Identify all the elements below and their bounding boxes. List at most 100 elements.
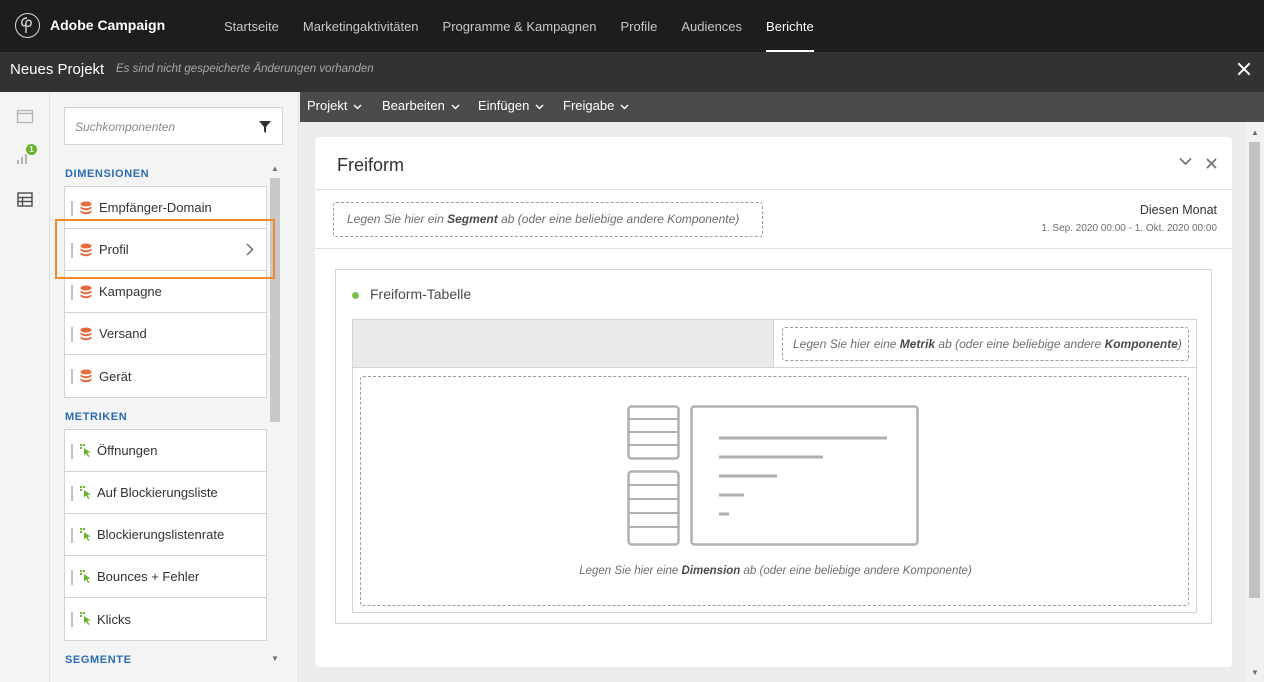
- nav-item-programme-kampagnen[interactable]: Programme & Kampagnen: [431, 0, 609, 52]
- metric-drop-zone[interactable]: Legen Sie hier eine Metrik ab (oder eine…: [782, 327, 1189, 361]
- components-panel: Suchkomponenten DIMENSIONEN Empfänger-Do…: [50, 92, 299, 682]
- metric-icon: [80, 444, 91, 457]
- segment-drop-zone[interactable]: Legen Sie hier ein Segment ab (oder eine…: [333, 202, 763, 237]
- table-illustration-icon: [627, 405, 919, 546]
- components-icon[interactable]: [16, 191, 34, 209]
- collapse-chevron-icon[interactable]: [1179, 157, 1192, 166]
- main-nav: Startseite Marketingaktivitäten Programm…: [212, 0, 826, 52]
- dimension-drop-zone[interactable]: Legen Sie hier eine Dimension ab (oder e…: [360, 376, 1189, 606]
- metric-icon: [80, 570, 91, 583]
- dimension-item-versand[interactable]: Versand: [65, 313, 266, 355]
- menu-einfuegen[interactable]: Einfügen: [478, 98, 544, 113]
- menu-bearbeiten[interactable]: Bearbeiten: [382, 98, 460, 113]
- project-menu-bar: Projekt Bearbeiten Einfügen Freigabe: [300, 92, 1264, 122]
- close-project-icon[interactable]: [1237, 62, 1251, 76]
- chevron-down-icon: [535, 104, 544, 110]
- segments-section-title: SEGMENTE: [65, 654, 132, 666]
- metric-item-oeffnungen[interactable]: Öffnungen: [65, 430, 266, 472]
- dimension-drop-text: Legen Sie hier eine Dimension ab (oder e…: [579, 565, 972, 577]
- panels-icon[interactable]: [16, 108, 34, 126]
- metric-label: Öffnungen: [97, 443, 158, 458]
- dimensions-section-title: DIMENSIONEN: [65, 168, 150, 180]
- drag-handle-icon[interactable]: [71, 285, 73, 300]
- nav-item-marketingaktivitaeten[interactable]: Marketingaktivitäten: [291, 0, 431, 52]
- menu-freigabe[interactable]: Freigabe: [563, 98, 629, 113]
- scroll-down-arrow-icon[interactable]: ▼: [1251, 668, 1259, 677]
- drag-handle-icon[interactable]: [71, 327, 73, 342]
- chevron-down-icon: [451, 104, 460, 110]
- project-title: Neues Projekt: [10, 61, 105, 78]
- metric-icon: [80, 486, 91, 499]
- metric-label: Bounces + Fehler: [97, 569, 200, 584]
- metrics-list: Öffnungen Auf Blockierungsliste Blockier…: [64, 429, 267, 641]
- metric-item-klicks[interactable]: Klicks: [65, 598, 266, 640]
- divider: [315, 189, 1232, 190]
- workspace-canvas: Freiform Legen Sie hier ein Segment ab (…: [300, 122, 1246, 682]
- metric-item-auf-blockierungsliste[interactable]: Auf Blockierungsliste: [65, 472, 266, 514]
- drag-handle-icon[interactable]: [71, 570, 73, 585]
- dimension-icon: [80, 327, 92, 341]
- status-dot: [352, 292, 359, 299]
- chevron-down-icon: [620, 104, 629, 110]
- dimension-label: Versand: [99, 326, 147, 341]
- nav-item-audiences[interactable]: Audiences: [669, 0, 754, 52]
- dimension-icon: [80, 369, 92, 383]
- metrics-section-title: METRIKEN: [65, 411, 128, 423]
- dimension-label: Empfänger-Domain: [99, 200, 212, 215]
- nav-item-profile[interactable]: Profile: [608, 0, 669, 52]
- drag-handle-icon[interactable]: [71, 486, 73, 501]
- component-search-input[interactable]: Suchkomponenten: [64, 107, 283, 145]
- table-header-metrics: Legen Sie hier eine Metrik ab (oder eine…: [774, 320, 1196, 368]
- scroll-up-arrow-icon[interactable]: ▲: [271, 164, 279, 173]
- drag-handle-icon[interactable]: [71, 528, 73, 543]
- metric-drop-text: Legen Sie hier eine Metrik ab (oder eine…: [793, 337, 1182, 351]
- dimension-label: Kampagne: [99, 284, 162, 299]
- adobe-campaign-logo-icon[interactable]: [15, 13, 40, 38]
- dimensions-list: Empfänger-Domain Profil Kampagne Versand…: [64, 186, 267, 398]
- scroll-down-arrow-icon[interactable]: ▼: [271, 654, 279, 663]
- top-nav-bar: Adobe Campaign Startseite Marketingaktiv…: [0, 0, 1264, 52]
- freeform-panel: Freiform Legen Sie hier ein Segment ab (…: [315, 137, 1232, 667]
- chevron-right-icon[interactable]: [246, 243, 254, 256]
- nav-item-startseite[interactable]: Startseite: [212, 0, 291, 52]
- dimension-icon: [80, 201, 92, 215]
- notification-badge: 1: [26, 144, 37, 155]
- scroll-up-arrow-icon[interactable]: ▲: [1251, 128, 1259, 137]
- menu-label: Bearbeiten: [382, 98, 445, 113]
- dimension-item-empfaenger-domain[interactable]: Empfänger-Domain: [65, 187, 266, 229]
- brand-name[interactable]: Adobe Campaign: [50, 17, 165, 33]
- metric-label: Blockierungslistenrate: [97, 527, 225, 542]
- nav-item-berichte[interactable]: Berichte: [754, 0, 826, 52]
- panel-title[interactable]: Freiform: [337, 155, 404, 176]
- metric-item-blockierungslistenrate[interactable]: Blockierungslistenrate: [65, 514, 266, 556]
- drag-handle-icon[interactable]: [71, 612, 73, 627]
- metric-item-bounces-fehler[interactable]: Bounces + Fehler: [65, 556, 266, 598]
- dimension-item-kampagne[interactable]: Kampagne: [65, 271, 266, 313]
- unsaved-changes-status: Es sind nicht gespeicherte Änderungen vo…: [116, 63, 374, 75]
- workspace-scrollbar[interactable]: ▲ ▼: [1246, 122, 1264, 682]
- metric-label: Auf Blockierungsliste: [97, 485, 218, 500]
- filter-icon[interactable]: [259, 121, 271, 133]
- dimension-label: Profil: [99, 242, 129, 257]
- menu-projekt[interactable]: Projekt: [307, 98, 362, 113]
- close-panel-icon[interactable]: [1206, 158, 1217, 169]
- drag-handle-icon[interactable]: [71, 369, 73, 384]
- chevron-down-icon: [353, 104, 362, 110]
- components-scrollbar-thumb[interactable]: [270, 178, 280, 422]
- date-range-label[interactable]: Diesen Monat: [1140, 203, 1217, 217]
- drag-handle-icon[interactable]: [71, 444, 73, 459]
- metric-icon: [80, 528, 91, 541]
- freeform-table-visualization: Freiform-Tabelle Legen Sie hier eine Met…: [335, 269, 1212, 624]
- date-range-dates[interactable]: 1. Sep. 2020 00:00 - 1. Okt. 2020 00:00: [1041, 223, 1217, 234]
- visualization-title[interactable]: Freiform-Tabelle: [370, 286, 471, 302]
- dimension-item-geraet[interactable]: Gerät: [65, 355, 266, 397]
- workspace-scrollbar-thumb[interactable]: [1249, 142, 1260, 598]
- table-header-empty: [353, 320, 774, 368]
- drag-handle-icon[interactable]: [71, 243, 73, 258]
- left-rail: 1: [0, 92, 50, 682]
- menu-label: Einfügen: [478, 98, 530, 113]
- drag-handle-icon[interactable]: [71, 201, 73, 216]
- dimension-item-profil[interactable]: Profil: [65, 229, 266, 271]
- dimension-icon: [80, 243, 92, 257]
- metric-label: Klicks: [97, 611, 131, 627]
